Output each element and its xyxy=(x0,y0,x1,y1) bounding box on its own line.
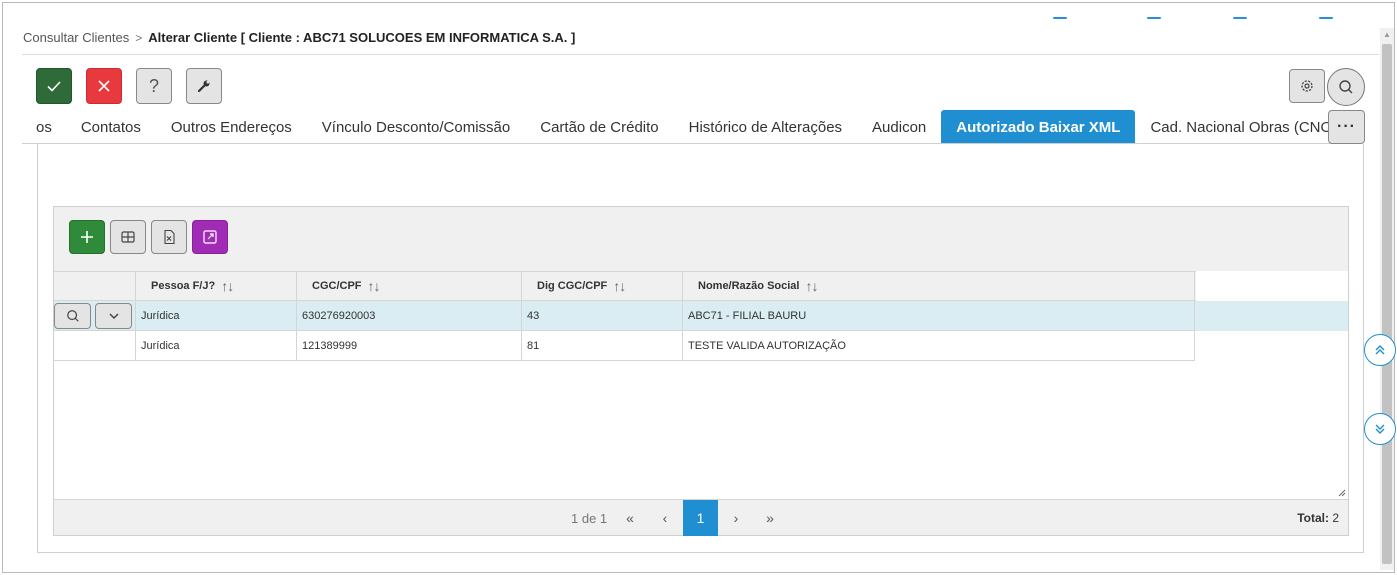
last-page-button[interactable]: » xyxy=(755,500,785,536)
tab-vinculo-desconto[interactable]: Vínculo Desconto/Comissão xyxy=(307,110,525,144)
cell-pessoa: Jurídica xyxy=(136,301,297,331)
table-row[interactable]: Jurídica 121389999 81 TESTE VALIDA AUTOR… xyxy=(54,331,1348,361)
chevron-down-icon xyxy=(108,312,119,319)
vertical-scrollbar[interactable]: ▲ xyxy=(1380,28,1394,570)
expand-icon xyxy=(203,230,217,244)
more-tabs-button[interactable]: ··· xyxy=(1328,110,1365,144)
sort-icon[interactable]: ↑↓ xyxy=(221,278,234,294)
grid-header: Pessoa F/J? ↑↓ CGC/CPF ↑↓ Dig CGC/CPF ↑↓… xyxy=(54,271,1196,301)
cancel-button[interactable] xyxy=(86,68,122,104)
sort-icon[interactable]: ↑↓ xyxy=(613,278,626,294)
breadcrumb: Consultar Clientes > Alterar Cliente [ C… xyxy=(23,30,575,45)
search-icon xyxy=(1339,80,1353,94)
tab-bar: os Contatos Outros Endereços Vínculo Des… xyxy=(22,110,1342,144)
help-button[interactable]: ? xyxy=(136,68,172,104)
header-actions xyxy=(54,272,136,300)
current-page-button[interactable]: 1 xyxy=(683,500,718,536)
tab-autorizado-baixar-xml[interactable]: Autorizado Baixar XML xyxy=(941,110,1136,144)
columns-button[interactable] xyxy=(110,220,146,254)
excel-file-icon xyxy=(164,229,175,245)
tab-audicon[interactable]: Audicon xyxy=(857,110,941,144)
close-icon xyxy=(98,80,110,92)
header-pessoa[interactable]: Pessoa F/J? ↑↓ xyxy=(136,272,297,300)
settings-button[interactable] xyxy=(1289,69,1325,103)
prev-page-button[interactable]: ‹ xyxy=(650,500,680,536)
loading-indicator xyxy=(1053,17,1343,21)
cell-nome: ABC71 - FILIAL BAURU xyxy=(683,301,1195,331)
cell-dig-cgc: 43 xyxy=(522,301,683,331)
table-columns-icon xyxy=(121,231,135,243)
data-grid: Pessoa F/J? ↑↓ CGC/CPF ↑↓ Dig CGC/CPF ↑↓… xyxy=(53,206,1349,536)
header-nome[interactable]: Nome/Razão Social ↑↓ xyxy=(683,272,1195,300)
total-value: 2 xyxy=(1332,511,1339,525)
scroll-bottom-button[interactable] xyxy=(1364,413,1396,445)
pagination-bar: 1 de 1 « ‹ 1 › » Total: 2 xyxy=(54,499,1348,536)
breadcrumb-separator: > xyxy=(135,30,143,45)
expand-grid-button[interactable] xyxy=(192,220,228,254)
resize-handle-icon[interactable] xyxy=(1337,488,1346,497)
plus-icon xyxy=(81,231,93,243)
cell-pessoa: Jurídica xyxy=(136,331,297,361)
tab-cartao-credito[interactable]: Cartão de Crédito xyxy=(525,110,673,144)
search-icon xyxy=(66,309,79,322)
search-button[interactable] xyxy=(1327,68,1365,106)
first-page-button[interactable]: « xyxy=(615,500,645,536)
header-cgc[interactable]: CGC/CPF ↑↓ xyxy=(297,272,522,300)
cell-cgc: 630276920003 xyxy=(297,301,522,331)
tab-enderecos[interactable]: os xyxy=(22,110,66,144)
more-icon: ··· xyxy=(1337,118,1356,135)
page-info: 1 de 1 xyxy=(571,511,608,526)
confirm-button[interactable] xyxy=(36,68,72,104)
grid-toolbar xyxy=(54,207,1348,271)
check-icon xyxy=(47,81,61,92)
header-nome-label: Nome/Razão Social xyxy=(698,280,800,292)
row-actions xyxy=(54,331,136,361)
divider xyxy=(22,54,1379,55)
sort-icon[interactable]: ↑↓ xyxy=(805,278,818,294)
double-chevron-up-icon xyxy=(1375,345,1385,355)
tab-historico-alteracoes[interactable]: Histórico de Alterações xyxy=(674,110,857,144)
total-count: Total: 2 xyxy=(1297,511,1339,525)
header-dig-cgc-label: Dig CGC/CPF xyxy=(537,280,608,292)
header-dig-cgc[interactable]: Dig CGC/CPF ↑↓ xyxy=(522,272,683,300)
cell-cgc: 121389999 xyxy=(297,331,522,361)
add-row-button[interactable] xyxy=(69,220,105,254)
scrollbar-thumb[interactable] xyxy=(1382,44,1392,564)
sort-icon[interactable]: ↑↓ xyxy=(368,278,381,294)
row-menu-button[interactable] xyxy=(95,302,132,329)
cell-dig-cgc: 81 xyxy=(522,331,683,361)
tab-outros-enderecos[interactable]: Outros Endereços xyxy=(156,110,307,144)
next-page-button[interactable]: › xyxy=(721,500,751,536)
row-actions xyxy=(54,301,136,331)
export-excel-button[interactable] xyxy=(151,220,187,254)
page-title: Alterar Cliente [ Cliente : ABC71 SOLUCO… xyxy=(148,30,576,45)
scroll-up-icon[interactable]: ▲ xyxy=(1380,28,1394,42)
breadcrumb-link-consultar-clientes[interactable]: Consultar Clientes xyxy=(23,30,129,45)
header-cgc-label: CGC/CPF xyxy=(312,280,362,292)
scroll-top-button[interactable] xyxy=(1364,334,1396,366)
total-label: Total: xyxy=(1297,511,1329,525)
gear-icon xyxy=(1301,80,1313,92)
wrench-icon xyxy=(197,80,210,93)
header-pessoa-label: Pessoa F/J? xyxy=(151,280,216,292)
double-chevron-down-icon xyxy=(1375,424,1385,434)
cell-nome: TESTE VALIDA AUTORIZAÇÃO xyxy=(683,331,1195,361)
view-row-button[interactable] xyxy=(54,302,91,329)
tools-button[interactable] xyxy=(186,68,222,104)
tab-cad-nacional-obras[interactable]: Cad. Nacional Obras (CNO) xyxy=(1135,110,1352,144)
help-label: ? xyxy=(148,75,159,96)
tab-contatos[interactable]: Contatos xyxy=(66,110,156,144)
table-row[interactable]: Jurídica 630276920003 43 ABC71 - FILIAL … xyxy=(54,301,1348,331)
